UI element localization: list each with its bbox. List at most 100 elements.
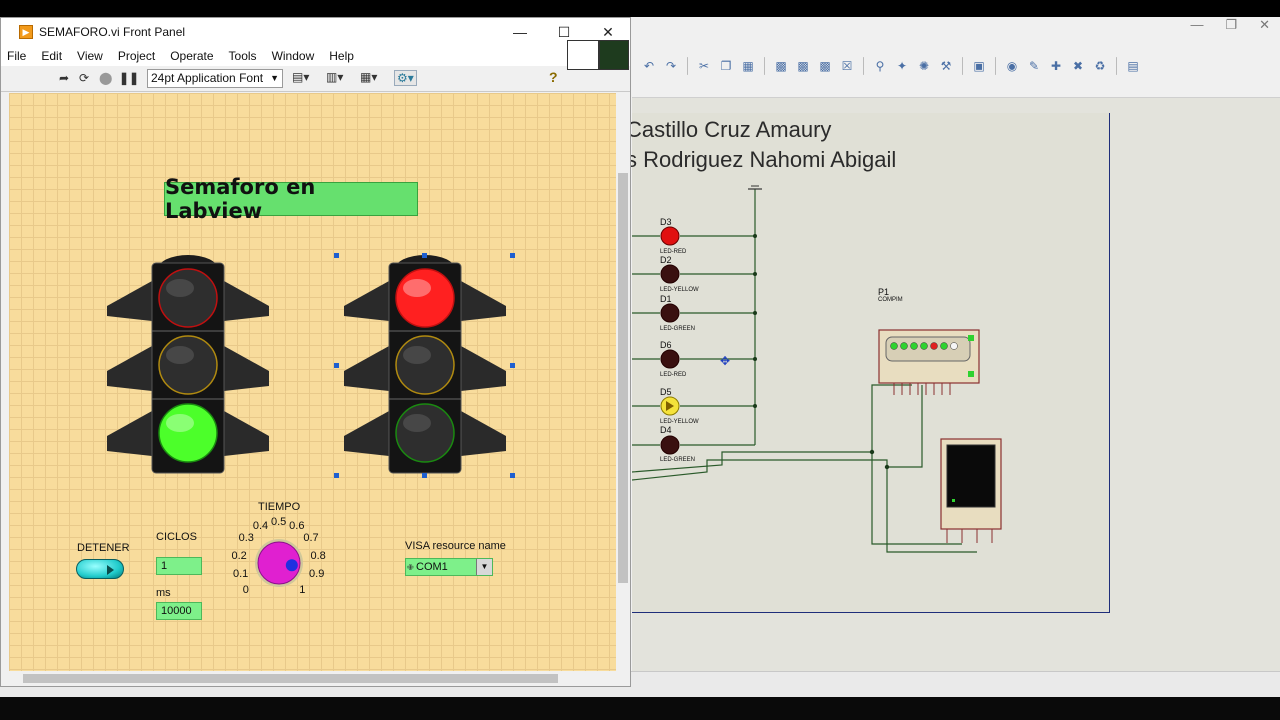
minimize-button[interactable]: — [498,18,542,46]
panel-title: Semaforo en Labview [164,175,418,223]
traffic-light-1[interactable] [97,251,279,479]
junction [869,449,875,455]
led-type: LED-GREEN [660,457,696,463]
proteus-toolbar: ↶ ↷ ✂ ❐ ▦ ▩ ▩ ▩ ☒ ⚲ ✦ ✺ ⚒ ▣ ◉ ✎ ✚ ✖ ♻ ▤ [632,53,1280,79]
align-objects-icon[interactable]: ▤▾ [292,70,309,84]
led-type: LED-RED [660,372,687,378]
menu-tools[interactable]: Tools [229,49,257,63]
ciclos-indicator: 1 [156,557,202,575]
led-d3[interactable] [632,226,757,246]
compim-ref: P1 [878,287,890,297]
led-ref: D6 [660,340,672,350]
led-d5[interactable] [632,396,757,416]
lamp-highlight [403,279,431,297]
property-tool-icon[interactable]: ⚒ [937,57,955,75]
menu-view[interactable]: View [77,49,103,63]
window-title: SEMAFORO.vi Front Panel [39,25,186,39]
cut-icon[interactable]: ✂ [695,57,713,75]
close-icon[interactable]: ✕ [1259,17,1270,33]
red-lamp [158,268,218,328]
block-rotate-icon[interactable]: ▩ [816,57,834,75]
move-cursor-icon: ✥ [720,354,730,368]
menu-window[interactable]: Window [272,49,315,63]
font-selector[interactable]: 24pt Application Font ▼ [147,69,283,88]
redo-icon[interactable]: ↷ [662,57,680,75]
selection-handle[interactable] [422,473,427,478]
undo-icon[interactable]: ↶ [640,57,658,75]
selection-handle[interactable] [510,473,515,478]
minimize-icon[interactable]: — [1190,17,1203,33]
selection-handle[interactable] [334,363,339,368]
netlist-icon[interactable]: ♻ [1091,57,1109,75]
run-continuously-icon[interactable]: ⟳ [79,71,89,85]
report-icon[interactable]: ▤ [1124,57,1142,75]
selection-handle[interactable] [334,473,339,478]
scroll-thumb[interactable] [23,674,558,683]
block-copy-icon[interactable]: ▩ [772,57,790,75]
knob-tick-label: 0.9 [309,568,325,581]
chevron-down-icon: ▼ [270,73,279,83]
zoom-icon[interactable]: ⚲ [871,57,889,75]
scroll-thumb[interactable] [618,173,628,583]
detener-button[interactable] [76,559,124,579]
traffic-light-2[interactable] [334,251,516,479]
annotator-icon[interactable]: ✎ [1025,57,1043,75]
lamp-highlight [403,346,431,364]
context-help-icon[interactable]: ? [549,69,558,85]
binoculars-icon[interactable]: ◉ [1003,57,1021,75]
ciclos-label: CICLOS [156,531,197,543]
new-sheet-icon[interactable]: ✚ [1047,57,1065,75]
wire [871,384,912,452]
vi-icon[interactable] [599,40,629,70]
design-explorer-icon[interactable]: ▣ [970,57,988,75]
led-d1[interactable] [632,303,757,323]
run-arrow-icon[interactable]: ➦ [59,71,69,85]
search-tag-icon[interactable]: ✺ [915,57,933,75]
arrow-right-icon [107,565,114,575]
restore-icon[interactable]: ❐ [1225,17,1237,33]
led-d4[interactable] [632,435,755,455]
connector-pane-icon[interactable] [567,40,599,70]
vertical-scrollbar[interactable] [616,93,630,671]
compim-type: COMPIM [878,297,903,303]
abort-icon[interactable]: ⬤ [99,71,112,85]
resize-objects-icon[interactable]: ▦▾ [360,70,377,84]
virtual-terminal[interactable] [940,438,1002,543]
led-d6[interactable] [632,349,757,369]
menu-operate[interactable]: Operate [170,49,213,63]
pause-icon[interactable]: ❚❚ [119,71,139,85]
wire-autorouter-icon[interactable]: ✦ [893,57,911,75]
visa-label: VISA resource name [405,540,506,552]
menu-help[interactable]: Help [329,49,354,63]
selection-handle[interactable] [510,363,515,368]
toolbar-separator [764,57,765,75]
led-type: LED-GREEN [660,326,696,332]
selection-handle[interactable] [510,253,515,258]
menu-edit[interactable]: Edit [41,49,62,63]
selection-handle[interactable] [422,253,427,258]
visa-resource-select[interactable]: ✙ COM1 ▼ [405,558,493,576]
ms-control[interactable]: 10000 [156,602,202,620]
menu-project[interactable]: Project [118,49,155,63]
block-delete-icon[interactable]: ☒ [838,57,856,75]
distribute-objects-icon[interactable]: ▥▾ [326,70,343,84]
reorder-icon[interactable]: ⚙▾ [394,70,417,86]
paste-icon[interactable]: ▦ [739,57,757,75]
led-d2[interactable] [632,264,757,284]
knob-tick-label: 0.2 [231,549,247,562]
horizontal-scrollbar[interactable] [9,671,616,686]
compim-p1[interactable] [878,329,980,395]
tiempo-knob[interactable] [249,533,309,593]
remove-sheet-icon[interactable]: ✖ [1069,57,1087,75]
copy-icon[interactable]: ❐ [717,57,735,75]
toolbar-separator [1116,57,1117,75]
selection-handle[interactable] [334,253,339,258]
knob-indicator [285,559,298,572]
red-lamp [395,268,455,328]
detener-label: DETENER [77,542,130,554]
knob-tick-label: 0.8 [310,549,326,562]
menu-file[interactable]: File [7,49,26,63]
front-panel-canvas[interactable]: Semaforo en Labview DETENER CICLOS 1 ms … [9,93,616,671]
block-move-icon[interactable]: ▩ [794,57,812,75]
chevron-down-icon[interactable]: ▼ [476,559,492,575]
